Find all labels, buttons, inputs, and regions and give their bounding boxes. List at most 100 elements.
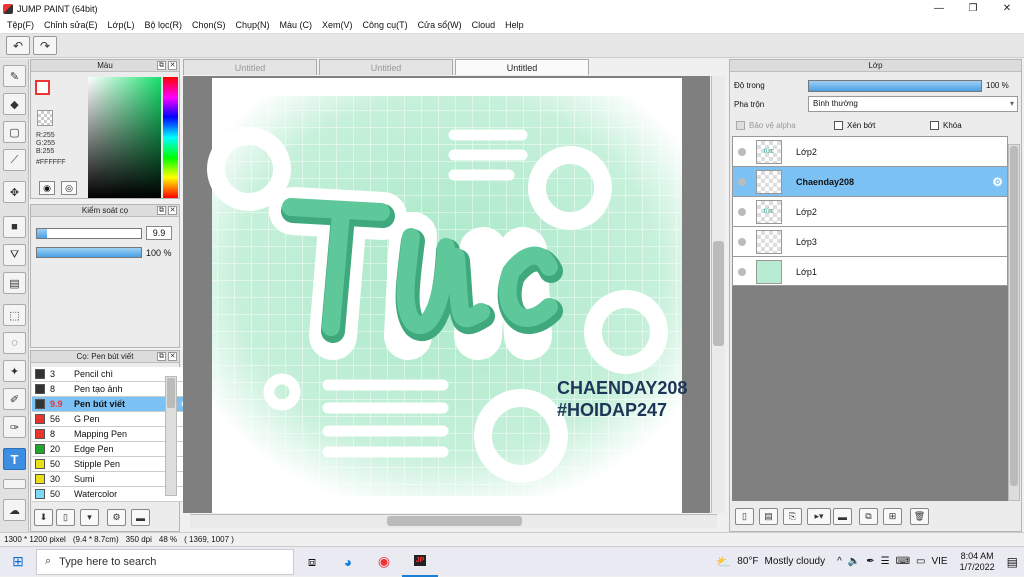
cloud-tool[interactable]: ☁ [3, 499, 26, 521]
search-box[interactable]: ⌕ Type here to search [36, 548, 294, 575]
gradient-tool[interactable]: ▤ [3, 272, 26, 294]
close-button[interactable]: ✕ [990, 3, 1024, 14]
protect-alpha-checkbox[interactable]: Bảo vệ alpha [736, 121, 796, 131]
new-layer-type-button[interactable]: ▤ [759, 508, 778, 525]
fill-rect-tool[interactable]: ■ [3, 216, 26, 238]
layer-copy-button[interactable]: ⎘ [783, 508, 802, 525]
float-icon[interactable]: ⧉ [157, 61, 166, 70]
close-icon[interactable]: ✕ [168, 206, 177, 215]
merge-layer-button[interactable]: ⊞ [883, 508, 902, 525]
brush-size-slider[interactable] [36, 228, 142, 239]
speaker-icon[interactable]: 🔈 [848, 556, 860, 567]
brush-list-scroll-thumb[interactable] [167, 378, 175, 408]
brush-menu-button[interactable]: ▾ [80, 509, 99, 526]
visibility-icon[interactable] [738, 147, 746, 156]
chrome-app[interactable]: ◉ [366, 553, 402, 570]
weather-icon[interactable]: ⛅ [716, 555, 731, 569]
tab-untitled-3[interactable]: Untitled [455, 59, 589, 75]
canvas-area[interactable]: CHAENDAY208 #HOIDAP247 [183, 76, 710, 513]
layer-row[interactable]: tức Lớp2 [733, 197, 1007, 227]
input-language[interactable]: VIE [931, 556, 947, 567]
layer-options-button[interactable]: ▸▾ [807, 508, 831, 525]
bucket-tool[interactable]: ⛛ [3, 244, 26, 266]
menu-edit[interactable]: Chỉnh sửa(E) [39, 20, 103, 30]
brush-opacity-slider[interactable] [36, 247, 142, 258]
clock[interactable]: 8:04 AM 1/7/2022 [960, 551, 995, 573]
wifi-icon[interactable]: ☰ [881, 556, 890, 567]
pen-tool[interactable]: ✎ [3, 65, 26, 87]
tab-untitled-1[interactable]: Untitled [183, 59, 317, 75]
lock-checkbox[interactable]: Khóa [930, 121, 962, 131]
chevron-up-icon[interactable]: ^ [837, 556, 842, 567]
foreground-color-swatch[interactable] [35, 80, 50, 95]
select-pen-tool[interactable]: ✐ [3, 388, 26, 410]
eraser-tool[interactable]: ◆ [3, 93, 26, 115]
tool-separator[interactable] [3, 479, 26, 489]
canvas-artwork[interactable]: CHAENDAY208 #HOIDAP247 [183, 76, 710, 513]
visibility-icon[interactable] [738, 267, 746, 276]
brush-size-value[interactable]: 9.9 [146, 226, 172, 240]
canvas-horizontal-scrollbar[interactable] [190, 514, 717, 528]
rect-select-tool[interactable]: ⬚ [3, 304, 26, 326]
task-view-button[interactable]: ⧈ [294, 554, 330, 570]
brush-settings-button[interactable]: ⚙ [107, 509, 126, 526]
gear-icon[interactable]: ⚙ [992, 175, 1003, 189]
menu-tools[interactable]: Công cụ(T) [358, 20, 413, 30]
select-eraser-tool[interactable]: ✑ [3, 416, 26, 438]
menu-help[interactable]: Help [500, 20, 529, 30]
saturation-value-picker[interactable] [88, 77, 161, 198]
blend-mode-select[interactable]: Bình thường ▾ [808, 96, 1018, 112]
close-icon[interactable]: ✕ [168, 352, 177, 361]
menu-view[interactable]: Xem(V) [317, 20, 358, 30]
brush-download-button[interactable]: ⬇ [34, 509, 53, 526]
text-tool[interactable]: T [3, 448, 26, 470]
weather-text[interactable]: Mostly cloudy [765, 556, 826, 567]
layer-list-scrollbar[interactable] [1008, 144, 1020, 501]
keyboard-icon[interactable]: ⌨ [896, 556, 910, 567]
layer-folder-button[interactable]: ▬ [833, 508, 852, 525]
hue-slider[interactable] [163, 77, 178, 198]
shape-tool[interactable]: ▢ [3, 121, 26, 143]
duplicate-layer-button[interactable]: ⧉ [859, 508, 878, 525]
visibility-icon[interactable] [738, 237, 746, 246]
layer-row[interactable]: tức Lớp2 [733, 137, 1007, 167]
menu-layer[interactable]: Lớp(L) [103, 20, 140, 30]
start-button[interactable]: ⊞ [0, 553, 36, 570]
menu-capture[interactable]: Chụp(N) [231, 20, 275, 30]
layer-scroll-thumb[interactable] [1010, 146, 1018, 486]
weather-temp[interactable]: 80°F [737, 556, 758, 567]
brush-list-scrollbar[interactable] [165, 376, 177, 496]
redo-button[interactable]: ↷ [33, 36, 57, 55]
edge-app[interactable]: ◕ [330, 554, 366, 570]
float-icon[interactable]: ⧉ [157, 352, 166, 361]
menu-file[interactable]: Tệp(F) [2, 20, 39, 30]
float-icon[interactable]: ⧉ [157, 206, 166, 215]
pen-workspace-icon[interactable]: ✒ [866, 556, 874, 567]
new-brush-button[interactable]: ▯ [56, 509, 75, 526]
layer-row[interactable]: Lớp1 [733, 257, 1007, 285]
minimize-button[interactable]: — [922, 3, 956, 14]
tab-untitled-2[interactable]: Untitled [319, 59, 453, 75]
restore-button[interactable]: ❐ [956, 3, 990, 14]
menu-filter[interactable]: Bộ lọc(R) [139, 20, 187, 30]
canvas-vertical-scrollbar[interactable] [711, 76, 725, 513]
vertical-scroll-thumb[interactable] [713, 241, 724, 346]
magic-wand-tool[interactable]: ✦ [3, 360, 26, 382]
lasso-tool[interactable]: ◌ [3, 332, 26, 354]
visibility-icon[interactable] [738, 207, 746, 216]
clip-checkbox[interactable]: Xén bớt [834, 121, 875, 131]
brush-folder-button[interactable]: ▬ [131, 509, 150, 526]
palette-edit-button[interactable]: ◎ [61, 181, 77, 195]
layer-opacity-slider[interactable] [808, 80, 982, 92]
menu-color[interactable]: Màu (C) [275, 20, 318, 30]
close-icon[interactable]: ✕ [168, 61, 177, 70]
transparent-color-swatch[interactable] [37, 110, 53, 126]
menu-cloud[interactable]: Cloud [467, 20, 501, 30]
menu-window[interactable]: Cửa sổ(W) [413, 20, 467, 30]
horizontal-scroll-thumb[interactable] [387, 516, 522, 526]
undo-button[interactable]: ↶ [6, 36, 30, 55]
visibility-icon[interactable] [738, 177, 746, 186]
new-layer-button[interactable]: ▯ [735, 508, 754, 525]
move-tool[interactable]: ✥ [3, 181, 26, 203]
battery-icon[interactable]: ▭ [916, 556, 925, 567]
